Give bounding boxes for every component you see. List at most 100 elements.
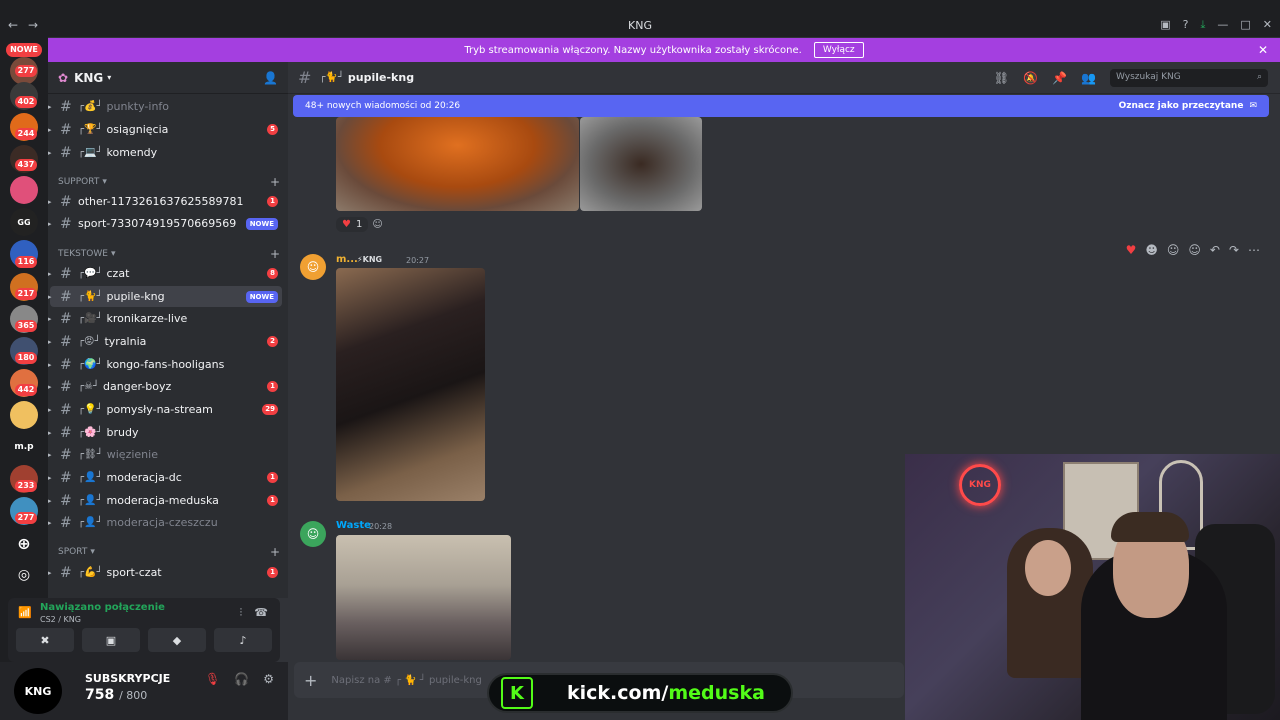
server-icon[interactable]	[10, 401, 38, 429]
category-tekstowe[interactable]: TEKSTOWE ▾ +	[58, 246, 280, 262]
add-reaction-icon[interactable]: ☺	[372, 219, 382, 230]
add-reaction-icon[interactable]: ☺	[1188, 243, 1201, 257]
channel-item-danger-boyz[interactable]: ▸ # ┌☠┘ danger-boyz 1	[48, 376, 282, 397]
avatar[interactable]: ☺	[300, 254, 326, 280]
threads-icon[interactable]: ⛓	[994, 71, 1009, 85]
channel-item-więzienie[interactable]: ▸ # ┌⛓┘ więzienie	[48, 444, 282, 465]
forward-icon[interactable]: ↷	[1229, 243, 1239, 257]
add-channel-icon[interactable]: +	[270, 175, 280, 189]
channel-emoji: ┌🐈┘	[78, 291, 103, 302]
screen-share-button[interactable]: ▣	[82, 628, 140, 652]
disconnect-icon[interactable]: ☎	[254, 606, 268, 620]
emoji-reaction-icon[interactable]: ☻	[1145, 243, 1158, 257]
category-support[interactable]: SUPPORT ▾ +	[58, 174, 280, 190]
snake-image[interactable]	[336, 117, 579, 211]
noise-suppression-icon[interactable]: ⫶	[240, 606, 243, 620]
channel-item-komendy[interactable]: ▸ # ┌💻┘ komendy	[48, 142, 282, 163]
pin-icon[interactable]: 📌	[1052, 71, 1067, 85]
reply-icon[interactable]: ↶	[1210, 243, 1220, 257]
chevron-right-icon[interactable]: ▸	[48, 126, 58, 134]
channel-item-punkty-info[interactable]: ▸ # ┌💰┘ punkty-info	[48, 96, 282, 117]
channel-item-sport-czat[interactable]: ▸ # ┌💪┘ sport-czat 1	[48, 562, 282, 583]
maximize-icon[interactable]: □	[1240, 18, 1250, 32]
activities-button[interactable]: ◆	[148, 628, 206, 652]
gear-icon[interactable]: ⚙	[263, 672, 274, 686]
category-sport[interactable]: SPORT ▾ +	[58, 544, 280, 560]
channel-emoji: ┌⛓┘	[78, 449, 103, 460]
emoji-reaction-icon[interactable]: ☺	[1167, 243, 1180, 257]
download-icon[interactable]: ⤓	[1201, 18, 1206, 32]
server-label[interactable]: m.p	[10, 433, 38, 461]
channel-item-pupile-kng[interactable]: ▸ # ┌🐈┘ pupile-kng NOWE	[48, 286, 282, 307]
search-input[interactable]: Wyszukaj KNG ⌕	[1110, 68, 1268, 87]
chevron-right-icon[interactable]: ▸	[48, 497, 58, 505]
close-icon[interactable]: ✕	[1258, 43, 1268, 57]
add-channel-icon[interactable]: +	[270, 247, 280, 261]
chevron-right-icon[interactable]: ▸	[48, 429, 58, 437]
channel-item-kongo-fans-hooligans[interactable]: ▸ # ┌🌍┘ kongo-fans-hooligans	[48, 354, 282, 375]
channel-item-tyralnia[interactable]: ▸ # ┌😡┘ tyralnia 2	[48, 331, 282, 352]
message-author[interactable]: Waste	[336, 520, 371, 531]
minimize-icon[interactable]: —	[1217, 18, 1228, 32]
dog-image[interactable]	[336, 268, 485, 501]
message-author[interactable]: m...	[336, 254, 358, 265]
disable-streamer-mode-button[interactable]: Wyłącz	[813, 42, 864, 58]
discover-icon[interactable]: ◎	[10, 561, 38, 589]
heart-reaction[interactable]: ♥ 1	[336, 217, 369, 232]
pets-image[interactable]	[336, 535, 511, 660]
help-icon[interactable]: ?	[1183, 18, 1189, 32]
heart-icon[interactable]: ♥	[1126, 243, 1137, 257]
inbox-icon[interactable]: ▣	[1160, 18, 1170, 32]
soundboard-button[interactable]: ♪	[214, 628, 272, 652]
channel-item-kronikarze-live[interactable]: ▸ # ┌🎥┘ kronikarze-live	[48, 308, 282, 329]
hash-icon: #	[60, 121, 72, 138]
avatar[interactable]: ☺	[300, 521, 326, 547]
terrarium-image[interactable]	[580, 117, 702, 211]
chevron-right-icon[interactable]: ▸	[48, 569, 58, 577]
chevron-right-icon[interactable]: ▸	[48, 406, 58, 414]
channel-item-brudy[interactable]: ▸ # ┌🌸┘ brudy	[48, 422, 282, 443]
voice-connected-text[interactable]: Nawiązano połączenie	[40, 602, 165, 613]
channel-item-osiągnięcia[interactable]: ▸ # ┌🏆┘ osiągnięcia 5	[48, 119, 282, 140]
chevron-right-icon[interactable]: ▸	[48, 149, 58, 157]
chevron-right-icon[interactable]: ▸	[48, 451, 58, 459]
chevron-right-icon[interactable]: ▸	[48, 361, 58, 369]
chevron-right-icon[interactable]: ▸	[48, 220, 58, 228]
channel-item-czat[interactable]: ▸ # ┌💬┘ czat 8	[48, 263, 282, 284]
chevron-right-icon[interactable]: ▸	[48, 474, 58, 482]
close-window-icon[interactable]: ✕	[1263, 18, 1272, 32]
mark-as-read-button[interactable]: Oznacz jako przeczytane	[1119, 101, 1244, 111]
channel-item-moderacja-dc[interactable]: ▸ # ┌👤┘ moderacja-dc 1	[48, 467, 282, 488]
channel-item-sport-733074919570669569[interactable]: ▸ # sport-733074919570669569 NOWE	[48, 213, 282, 234]
chevron-right-icon[interactable]: ▸	[48, 293, 58, 301]
hash-icon: #	[60, 469, 72, 486]
chevron-right-icon[interactable]: ▸	[48, 103, 58, 111]
deafen-icon[interactable]: 🎧	[234, 672, 249, 686]
members-icon[interactable]: 👥	[1081, 71, 1096, 85]
mute-icon[interactable]: 🎙	[205, 672, 220, 686]
notifications-icon[interactable]: 🔕	[1023, 71, 1038, 85]
channel-item-pomysły-na-stream[interactable]: ▸ # ┌💡┘ pomysły-na-stream 29	[48, 399, 282, 420]
chevron-right-icon[interactable]: ▸	[48, 198, 58, 206]
chevron-right-icon[interactable]: ▸	[48, 383, 58, 391]
server-icon[interactable]: GG	[10, 208, 38, 236]
server-icon[interactable]	[10, 176, 38, 204]
chevron-right-icon[interactable]: ▸	[48, 519, 58, 527]
chevron-right-icon[interactable]: ▸	[48, 338, 58, 346]
more-icon[interactable]: ⋯	[1248, 243, 1260, 257]
add-server-icon[interactable]: ⊕	[10, 529, 38, 557]
chevron-right-icon[interactable]: ▸	[48, 315, 58, 323]
new-messages-bar[interactable]: 48+ nowych wiadomości od 20:26 Oznacz ja…	[293, 95, 1269, 117]
channel-item-moderacja-meduska[interactable]: ▸ # ┌👤┘ moderacja-meduska 1	[48, 490, 282, 511]
add-attachment-icon[interactable]: +	[304, 671, 317, 690]
channel-item-moderacja-czeszczu[interactable]: ▸ # ┌👤┘ moderacja-czeszczu	[48, 512, 282, 533]
channel-item-other-1173261637625589781[interactable]: ▸ # other-1173261637625589781 1	[48, 191, 282, 212]
server-header[interactable]: ✿ KNG ▾ 👤	[48, 62, 288, 94]
add-channel-icon[interactable]: +	[270, 545, 280, 559]
invite-icon[interactable]: 👤	[263, 71, 278, 85]
camera-button[interactable]: ✖	[16, 628, 74, 652]
voice-channel-text[interactable]: CS2 / KNG	[40, 615, 81, 624]
new-badge: NOWE	[245, 290, 278, 303]
avatar[interactable]: KNG	[14, 668, 62, 714]
chevron-right-icon[interactable]: ▸	[48, 270, 58, 278]
